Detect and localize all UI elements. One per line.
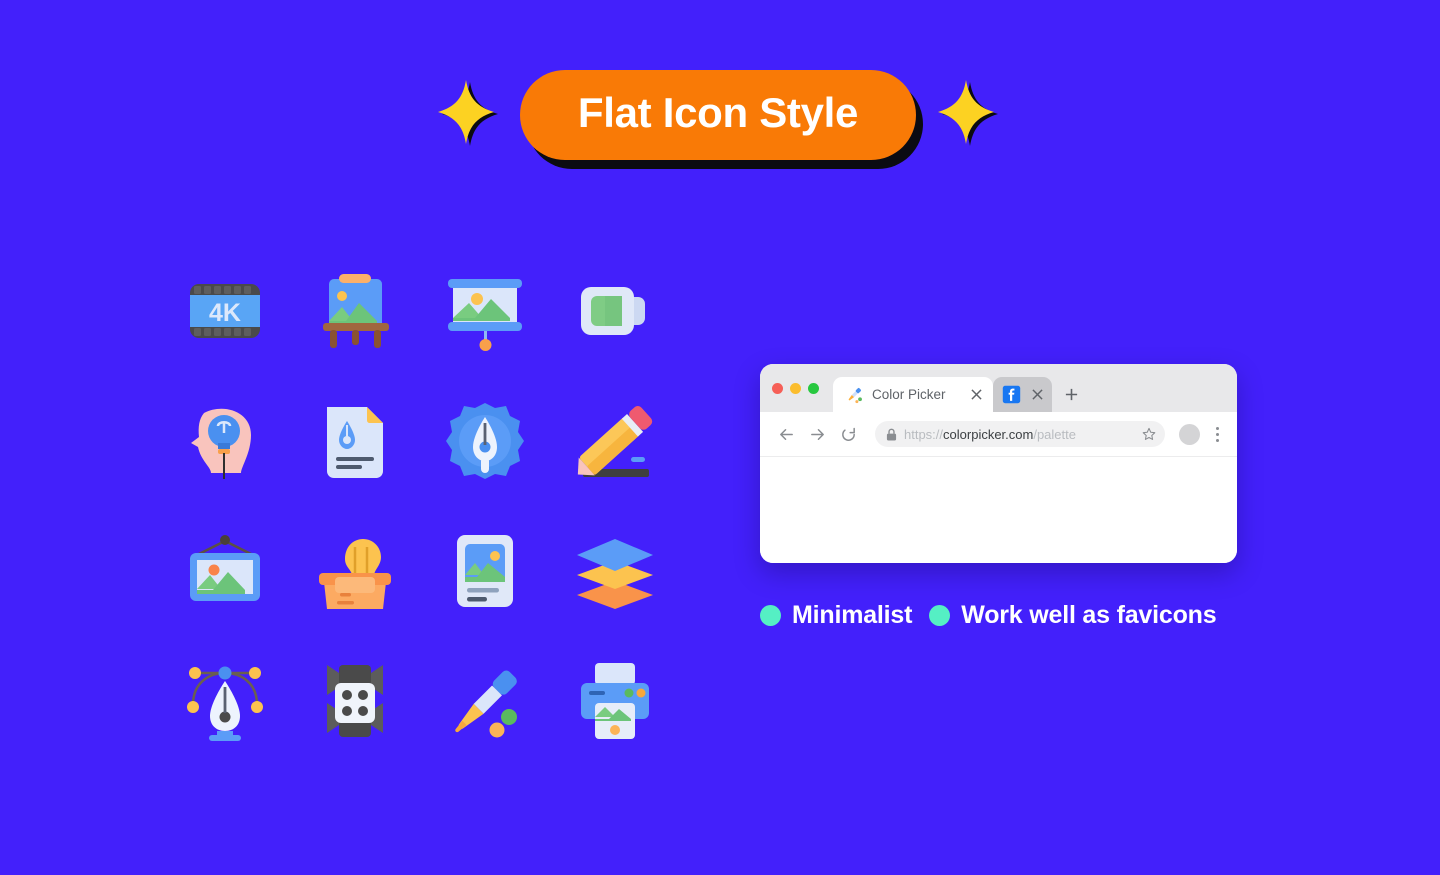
pen-tool-bezier-icon[interactable] (160, 636, 290, 766)
header-row: Flat Icon Style (434, 70, 1002, 160)
idea-box-icon[interactable] (290, 506, 420, 636)
bullet-dot-icon (760, 605, 781, 626)
new-tab-button[interactable] (1056, 377, 1086, 412)
battery-icon[interactable] (550, 246, 680, 376)
sparkle-icon (938, 80, 999, 146)
close-window-button[interactable] (772, 382, 783, 394)
reload-icon[interactable] (835, 421, 861, 447)
browser-window: Color Picker https://colorpicker.com/pal… (760, 364, 1237, 563)
sparkle-icon (437, 80, 498, 146)
tab-strip: Color Picker (760, 364, 1237, 412)
feature-label: Work well as favicons (961, 601, 1217, 629)
url-scheme: https:// (904, 426, 944, 442)
presentation-screen-icon[interactable] (420, 246, 550, 376)
avatar[interactable] (1179, 423, 1200, 445)
document-pen-nib-icon[interactable] (290, 376, 420, 506)
back-arrow-icon[interactable] (773, 421, 799, 447)
window-controls (772, 364, 833, 412)
url-path: /palette (1033, 426, 1076, 442)
minimize-window-button[interactable] (790, 382, 801, 394)
page-title: Flat Icon Style (519, 70, 917, 160)
printer-icon[interactable] (550, 636, 680, 766)
star-icon[interactable] (1142, 427, 1156, 441)
page-viewport (760, 457, 1237, 563)
facebook-favicon (1002, 385, 1021, 404)
feature-item-favicons: Work well as favicons (929, 601, 1217, 630)
feature-label: Minimalist (792, 601, 913, 629)
creative-mind-bulb-icon[interactable] (160, 376, 290, 506)
maximize-window-button[interactable] (808, 382, 819, 394)
address-bar[interactable]: https://colorpicker.com/palette (875, 421, 1165, 447)
4k-label: 4K (209, 299, 241, 327)
browser-toolbar: https://colorpicker.com/palette (760, 412, 1237, 457)
layers-icon[interactable] (550, 506, 680, 636)
header: Flat Icon Style (0, 0, 1440, 230)
tab-color-picker[interactable]: Color Picker (833, 377, 993, 412)
url-text[interactable]: https://colorpicker.com/palette (904, 427, 1135, 442)
studio-light-icon[interactable] (290, 636, 420, 766)
bullet-dot-icon (929, 605, 951, 626)
eyedropper-icon[interactable] (420, 636, 550, 766)
image-card-icon[interactable] (420, 506, 550, 636)
lock-icon (886, 428, 897, 440)
tab-title: Color Picker (872, 387, 946, 402)
forward-arrow-icon[interactable] (804, 421, 830, 447)
pencil-icon[interactable] (550, 376, 680, 506)
kebab-menu-icon[interactable] (1208, 423, 1226, 445)
icon-grid: 4K (160, 246, 660, 766)
url-host: colorpicker.com (943, 426, 1034, 442)
gear-pen-nib-icon[interactable] (420, 376, 550, 506)
close-icon[interactable] (968, 387, 984, 403)
feature-list: Minimalist Work well as favicons (760, 601, 1217, 630)
picture-frame-icon[interactable] (160, 506, 290, 636)
easel-canvas-icon[interactable] (290, 246, 420, 376)
4k-film-icon[interactable]: 4K (160, 246, 290, 376)
close-icon[interactable] (1029, 387, 1045, 403)
eyedropper-favicon (848, 387, 862, 404)
tab-facebook[interactable] (993, 377, 1052, 412)
feature-item-minimalist: Minimalist (760, 601, 912, 630)
